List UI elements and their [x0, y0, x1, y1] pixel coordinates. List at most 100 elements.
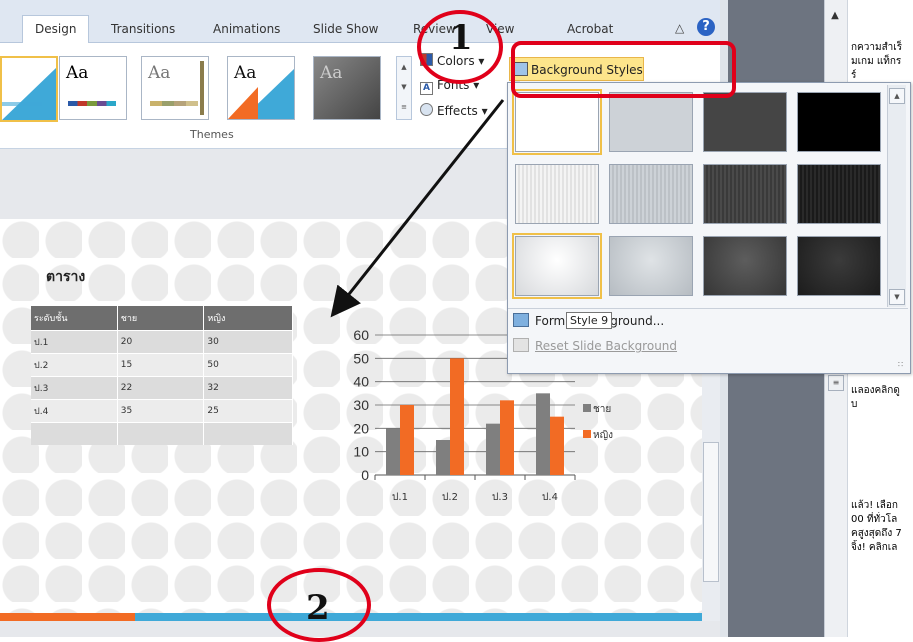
table-cell[interactable]: ป.2: [31, 353, 118, 377]
chart-bar-male: [486, 423, 500, 475]
gallery-divider: [508, 308, 908, 309]
background-style-10[interactable]: [609, 236, 693, 296]
table-row[interactable]: [31, 422, 293, 445]
table-cell[interactable]: 15: [117, 353, 205, 377]
themes-gallery-scroll[interactable]: ▲ ▼ ≡: [396, 56, 412, 120]
table-cell[interactable]: ป.1: [31, 330, 118, 354]
gallery-scrollbar[interactable]: [887, 85, 906, 307]
task-pane-text: คสูงสุดถึง 7: [851, 528, 902, 539]
table-row[interactable]: ป.2 15 50: [31, 353, 293, 377]
table-cell[interactable]: [31, 422, 118, 445]
theme-color-bar: [150, 101, 198, 106]
y-tick-label: 40: [353, 374, 369, 390]
table-header-cell: หญิง: [203, 306, 293, 331]
annotation-number-1: 1: [449, 18, 473, 58]
help-icon[interactable]: ?: [697, 18, 715, 36]
legend-swatch: [583, 430, 591, 438]
table-cell[interactable]: 30: [203, 330, 293, 354]
y-tick-label: 20: [353, 420, 369, 436]
background-style-6[interactable]: [609, 164, 693, 224]
theme-thumbnail-current[interactable]: [0, 56, 58, 122]
slide-scrollbar-thumb[interactable]: [703, 442, 719, 582]
task-pane-text: แลองคลิกดู: [851, 385, 900, 396]
table-header-cell: ชาย: [117, 306, 205, 331]
task-pane-text: จิ้ง! คลิกเล: [851, 542, 898, 553]
background-style-8[interactable]: [797, 164, 881, 224]
background-style-2[interactable]: [609, 92, 693, 152]
table-cell[interactable]: [117, 422, 205, 445]
effects-dropdown[interactable]: Effects ▾: [420, 103, 488, 118]
table-row[interactable]: ป.3 22 32: [31, 376, 293, 400]
effects-icon: [420, 103, 433, 116]
table-cell[interactable]: ป.3: [31, 376, 118, 400]
reset-background-icon: [513, 338, 529, 352]
resize-grip-icon[interactable]: ∷: [898, 360, 903, 369]
reset-slide-background-menu-item[interactable]: Reset Slide Background: [513, 338, 677, 353]
table-cell[interactable]: 20: [117, 330, 205, 354]
background-style-9[interactable]: [512, 233, 602, 299]
theme-thumbnail[interactable]: Aa: [313, 56, 381, 120]
table-header-cell: ระดับชั้น: [31, 306, 118, 331]
task-pane-text: ร์: [851, 70, 857, 81]
table-cell[interactable]: 25: [203, 399, 293, 423]
chart-bar-female: [500, 400, 514, 475]
tab-acrobat[interactable]: Acrobat: [567, 22, 613, 36]
table-row[interactable]: ป.4 35 25: [31, 399, 293, 423]
gallery-scroll-down-icon[interactable]: ▼: [889, 289, 905, 305]
table-cell[interactable]: 32: [203, 376, 293, 400]
background-style-4[interactable]: [797, 92, 881, 152]
chart-bar-male: [536, 393, 550, 475]
task-pane-text: กความสำเร็: [851, 42, 903, 53]
slide-accent-bar-orange: [0, 613, 135, 621]
background-style-5[interactable]: [515, 164, 599, 224]
y-tick-label: 50: [353, 350, 369, 366]
table-cell[interactable]: [203, 422, 293, 445]
task-pane-text: 00 ที่ทั่วโล: [851, 514, 898, 525]
background-style-7[interactable]: [703, 164, 787, 224]
x-tick-label: ป.4: [542, 492, 558, 500]
table-cell[interactable]: 50: [203, 353, 293, 377]
table-row[interactable]: ป.1 20 30: [31, 330, 293, 354]
chart-bar-male: [386, 428, 400, 475]
scroll-up-icon[interactable]: ▲: [826, 10, 844, 28]
y-tick-label: 10: [353, 444, 369, 460]
tab-slide-show[interactable]: Slide Show: [313, 22, 378, 36]
fonts-icon: A: [420, 82, 433, 95]
legend-label: หญิง: [593, 430, 613, 441]
chart-bar-female: [550, 416, 564, 475]
table-cell[interactable]: ป.4: [31, 399, 118, 423]
theme-thumbnail[interactable]: Aa: [59, 56, 127, 120]
themes-group-label: Themes: [190, 128, 234, 141]
y-tick-label: 60: [353, 327, 369, 343]
chart-bar-female: [450, 358, 464, 475]
background-style-12[interactable]: [797, 236, 881, 296]
tab-transitions[interactable]: Transitions: [111, 22, 175, 36]
chart-bar-female: [400, 405, 414, 475]
background-style-1[interactable]: [512, 89, 602, 155]
task-pane-text: บ: [851, 399, 858, 410]
theme-thumbnail[interactable]: Aa: [141, 56, 209, 120]
background-style-3[interactable]: [703, 92, 787, 152]
annotation-number-2: 2: [306, 588, 330, 628]
chart-bar-male: [436, 440, 450, 475]
gallery-scroll-up-icon[interactable]: ▲: [889, 88, 905, 104]
style-tooltip: Style 9: [566, 312, 613, 329]
format-background-icon: [513, 313, 529, 327]
slide-title[interactable]: ตาราง: [46, 266, 85, 288]
scroll-grip-icon[interactable]: ≡: [828, 375, 844, 391]
legend-label: ชาย: [593, 404, 611, 415]
data-table[interactable]: ระดับชั้น ชาย หญิง ป.1 20 30 ป.2 15 50 ป.3 22 32 ป.…: [31, 306, 293, 445]
task-pane-text: แล้ว! เลือก: [851, 500, 898, 511]
y-tick-label: 30: [353, 397, 369, 413]
y-tick-label: 0: [361, 467, 369, 483]
tab-design[interactable]: Design: [22, 15, 90, 46]
tab-animations[interactable]: Animations: [213, 22, 280, 36]
table-cell[interactable]: 35: [117, 399, 205, 423]
legend-swatch: [583, 404, 591, 412]
theme-thumbnail[interactable]: Aa: [227, 56, 295, 120]
slide-accent-bar-blue: [135, 613, 702, 621]
table-cell[interactable]: 22: [117, 376, 205, 400]
task-pane-text: มเกม แท็กร: [851, 56, 902, 67]
background-style-11[interactable]: [703, 236, 787, 296]
chevron-up-icon[interactable]: △: [675, 21, 684, 35]
